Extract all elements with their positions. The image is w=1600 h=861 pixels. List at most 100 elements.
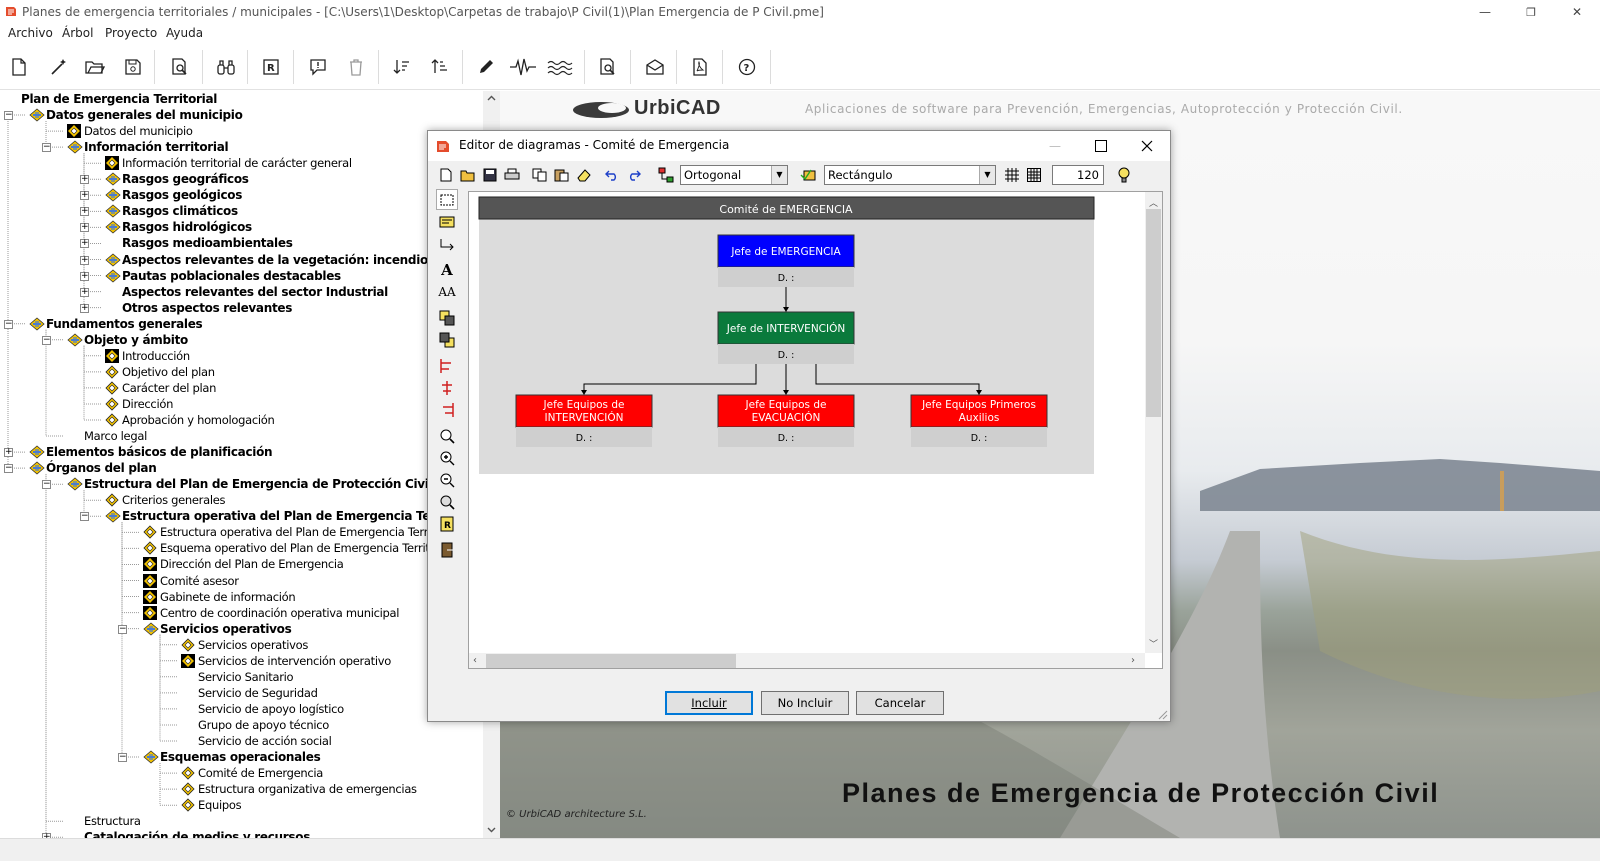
tree-item[interactable]: Equipos — [0, 797, 483, 813]
menu-arbol[interactable]: Árbol — [62, 26, 93, 40]
magic-wand-icon[interactable] — [44, 52, 74, 82]
tree-item[interactable]: + Pautas poblacionales destacables — [0, 268, 483, 284]
include-button[interactable]: Incluir — [665, 691, 753, 715]
collapse-icon[interactable]: − — [80, 512, 89, 522]
zoom-level-input[interactable]: 120 — [1052, 165, 1104, 185]
tree-item[interactable]: − Información territorial — [0, 139, 483, 155]
redo-icon[interactable] — [624, 165, 644, 185]
align-right-icon[interactable] — [436, 399, 458, 420]
minimize-button[interactable]: — — [1462, 0, 1508, 24]
tree-item[interactable]: Servicios operativos — [0, 637, 483, 653]
tree-item[interactable]: + Rasgos medioambientales — [0, 235, 483, 251]
save-diagram-icon[interactable] — [480, 165, 500, 185]
align-center-icon[interactable] — [436, 377, 458, 398]
zoom-out-icon[interactable] — [436, 469, 458, 490]
tree-item[interactable]: Servicio de Seguridad — [0, 685, 483, 701]
undo-icon[interactable] — [602, 165, 622, 185]
tree-item[interactable]: + Aspectos relevantes del sector Industri… — [0, 284, 483, 300]
connector-tool-icon[interactable] — [656, 165, 676, 185]
tree-item[interactable]: + Elementos básicos de planificación — [0, 444, 483, 460]
diagram-canvas[interactable]: Comité de EMERGENCIA Jefe de EMERGENCIA D.… — [468, 191, 1163, 669]
tree-item[interactable]: Servicios de intervención operativo — [0, 653, 483, 669]
comment-icon[interactable] — [303, 52, 333, 82]
tree-item[interactable]: − Datos generales del municipio — [0, 107, 483, 123]
menu-archivo[interactable]: Archivo — [8, 26, 53, 40]
shape-type-select[interactable]: Rectángulo ▼ — [824, 165, 996, 185]
select-tool-icon[interactable] — [436, 189, 458, 210]
help-icon[interactable]: ? — [732, 52, 762, 82]
paste-icon[interactable] — [552, 165, 572, 185]
expand-icon[interactable]: + — [80, 239, 89, 249]
grid-icon[interactable] — [1002, 165, 1022, 185]
tree-item[interactable]: + Catalogación de medios y recursos — [0, 829, 483, 838]
align-left-icon[interactable] — [436, 355, 458, 376]
dialog-minimize-button[interactable]: — — [1032, 131, 1078, 161]
delete-icon[interactable] — [341, 52, 371, 82]
expand-icon[interactable]: + — [80, 191, 89, 201]
tree-item[interactable]: Marco legal — [0, 428, 483, 444]
tree-item[interactable]: Gabinete de información — [0, 589, 483, 605]
scroll-up-icon[interactable]: ︿ — [1149, 196, 1158, 209]
shape-tool-icon[interactable] — [798, 165, 818, 185]
tree-item[interactable]: Servicio de apoyo logístico — [0, 701, 483, 717]
tree-item[interactable]: Aprobación y homologación — [0, 412, 483, 428]
document-search-icon[interactable] — [593, 52, 623, 82]
tree-item[interactable]: − Servicios operativos — [0, 621, 483, 637]
snap-grid-icon[interactable] — [1024, 165, 1044, 185]
scroll-right-icon[interactable]: › — [1131, 655, 1135, 666]
collapse-icon[interactable]: − — [42, 480, 51, 490]
text-size-icon[interactable]: AA — [436, 281, 458, 302]
new-file-icon[interactable] — [4, 52, 34, 82]
tree-item[interactable]: Estructura — [0, 813, 483, 829]
collapse-icon[interactable]: − — [42, 143, 51, 153]
collapse-icon[interactable]: − — [118, 624, 127, 634]
tree-item[interactable]: Estructura organizativa de emergencias — [0, 781, 483, 797]
envelope-icon[interactable] — [640, 52, 670, 82]
dialog-maximize-button[interactable] — [1078, 131, 1124, 161]
cancel-button[interactable]: Cancelar — [856, 691, 944, 715]
canvas-vscrollbar[interactable]: ︿ ﹀ — [1145, 192, 1162, 653]
tree-item[interactable]: + Rasgos climáticos — [0, 203, 483, 219]
scroll-down-icon[interactable]: ﹀ — [1149, 637, 1158, 650]
report-icon[interactable]: R — [256, 52, 286, 82]
open-diagram-icon[interactable] — [458, 165, 478, 185]
zoom-area-icon[interactable] — [436, 491, 458, 512]
tree-item[interactable]: Objetivo del plan — [0, 364, 483, 380]
new-diagram-icon[interactable] — [436, 165, 456, 185]
expand-icon[interactable]: + — [80, 271, 89, 281]
tree-item[interactable]: + Rasgos hidrológicos — [0, 219, 483, 235]
tree-item[interactable]: Plan de Emergencia Territorial — [0, 91, 483, 107]
print-diagram-icon[interactable] — [502, 165, 522, 185]
copy-icon[interactable] — [530, 165, 550, 185]
dialog-close-button[interactable] — [1124, 131, 1170, 161]
collapse-icon[interactable]: − — [4, 319, 13, 329]
tree-item[interactable]: Comité asesor — [0, 573, 483, 589]
collapse-icon[interactable]: − — [118, 753, 127, 763]
bring-front-icon[interactable] — [436, 307, 458, 328]
expand-icon[interactable]: + — [80, 223, 89, 233]
link-tool-icon[interactable] — [436, 233, 458, 254]
tree-item[interactable]: Información territorial de carácter gene… — [0, 155, 483, 171]
expand-icon[interactable]: + — [80, 255, 89, 265]
tree-item[interactable]: Servicio de acción social — [0, 733, 483, 749]
exit-door-icon[interactable] — [436, 539, 458, 560]
tree-item[interactable]: Dirección del Plan de Emergencia — [0, 556, 483, 572]
tree-item[interactable]: − Estructura operativa del Plan de Emerge… — [0, 508, 483, 524]
open-folder-icon[interactable] — [80, 52, 110, 82]
help-hint-icon[interactable] — [1114, 165, 1134, 185]
not-include-button[interactable]: No Incluir — [761, 691, 849, 715]
pdf-icon[interactable] — [685, 52, 715, 82]
menu-ayuda[interactable]: Ayuda — [166, 26, 203, 40]
tree-item[interactable]: Esquema operativo del Plan de Emergencia… — [0, 540, 483, 556]
expand-icon[interactable]: + — [80, 175, 89, 185]
tree-item[interactable]: Grupo de apoyo técnico — [0, 717, 483, 733]
expand-icon[interactable]: + — [80, 303, 89, 313]
vscroll-thumb[interactable] — [1146, 209, 1161, 417]
restore-button[interactable]: ❐ — [1508, 0, 1554, 24]
collapse-icon[interactable]: − — [4, 464, 13, 474]
tree-item[interactable]: Introducción — [0, 348, 483, 364]
eraser-icon[interactable] — [574, 165, 594, 185]
tree-item[interactable]: + Aspectos relevantes de la vegetación: i… — [0, 252, 483, 268]
tree-item[interactable]: Dirección — [0, 396, 483, 412]
pencil-icon[interactable] — [471, 52, 501, 82]
